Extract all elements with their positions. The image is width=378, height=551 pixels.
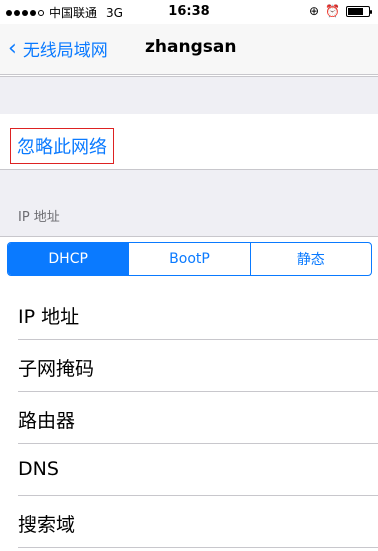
alarm-icon: ⏰	[325, 4, 340, 18]
row-ip-address[interactable]: IP 地址	[18, 288, 378, 340]
chevron-left-icon: ‹	[8, 35, 17, 61]
row-label: 搜索域	[18, 514, 76, 536]
status-right: ⊕ ⏰	[308, 4, 372, 18]
nav-bar: ‹ 无线局域网 zhangsan	[0, 24, 378, 75]
back-label: 无线局域网	[22, 41, 108, 61]
battery-icon	[346, 5, 372, 17]
row-label: DNS	[18, 458, 59, 480]
row-label: 路由器	[18, 410, 76, 432]
row-label: 子网掩码	[18, 358, 95, 380]
segment-dhcp[interactable]: DHCP	[8, 243, 129, 275]
segment-static[interactable]: 静态	[249, 243, 371, 275]
settings-list: IP 地址 子网掩码 路由器 DNS 搜索域	[0, 288, 378, 548]
row-search-domains[interactable]: 搜索域	[18, 496, 378, 548]
segment-bootp[interactable]: BootP	[128, 243, 249, 275]
page-title: zhangsan	[145, 37, 237, 57]
section-header	[0, 169, 378, 237]
row-router[interactable]: 路由器	[18, 392, 378, 444]
row-dns[interactable]: DNS	[18, 444, 378, 496]
rotation-lock-icon: ⊕	[308, 4, 320, 18]
spacer-top	[0, 76, 378, 116]
status-bar: 中国联通 3G 16:38 ⊕ ⏰	[0, 0, 378, 22]
forget-network-button[interactable]: 忽略此网络	[10, 128, 114, 164]
section-label-ip: IP 地址	[18, 210, 60, 225]
row-label: IP 地址	[18, 306, 80, 328]
ip-mode-segmented-control: DHCP BootP 静态	[7, 242, 372, 276]
back-button[interactable]: ‹ 无线局域网	[8, 36, 108, 61]
forget-network-cell: 忽略此网络	[0, 114, 378, 169]
row-subnet-mask[interactable]: 子网掩码	[18, 340, 378, 392]
